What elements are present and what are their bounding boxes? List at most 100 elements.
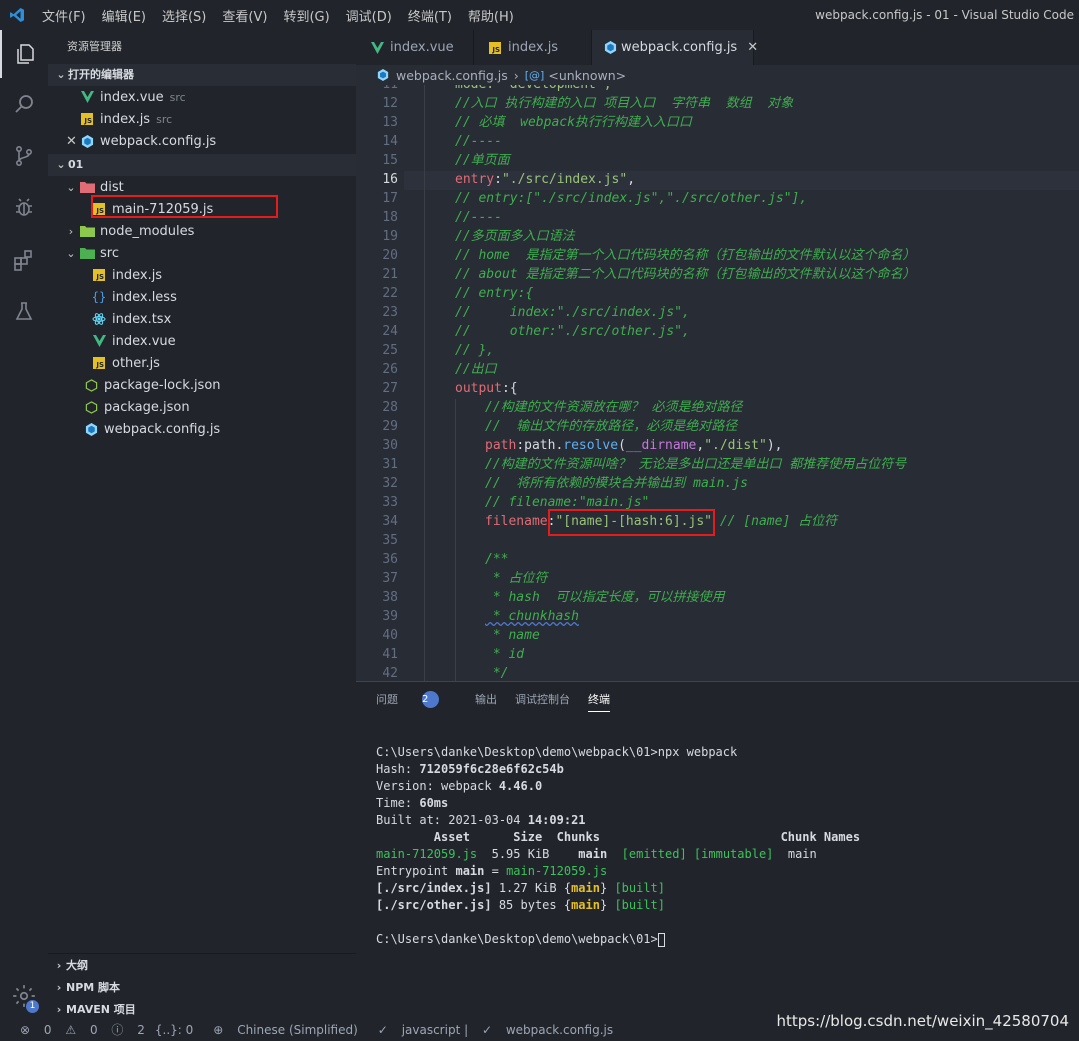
terminal-text: Hash: [376,762,420,776]
test-flask-icon[interactable] [0,288,48,336]
code-line: entry:"./src/index.js", [455,172,636,187]
extensions-icon[interactable] [0,236,48,284]
braces-status[interactable]: {..}: 0 [155,1023,193,1037]
explorer-icon[interactable] [0,30,48,78]
menu-file[interactable]: 文件(F) [34,6,94,25]
menu-selection[interactable]: 选择(S) [154,6,214,25]
code-token-comment: // [name] 占位符 [719,514,838,529]
tree-label: index.vue [112,333,176,349]
terminal-text: = [484,864,507,878]
terminal-line: Entrypoint main = main-712059.js [376,863,860,880]
menu-help[interactable]: 帮助(H) [460,6,522,25]
code-editor[interactable]: 11 12 13 14 15 16 17 18 19 20 21 22 23 24 25 26 27 28 29 30… [356,85,1079,681]
menu-edit[interactable]: 编辑(E) [94,6,154,25]
tab-output[interactable]: 输出 [475,691,497,707]
open-editor-item[interactable]: JS index.js src [48,108,356,130]
line-number: 41 [382,647,398,662]
chevron-down-icon: ⌄ [66,180,76,194]
line-number: 17 [382,191,398,206]
tree-label: dist [100,179,124,195]
menu-debug[interactable]: 调试(D) [338,6,400,25]
tree-label: other.js [112,355,160,371]
tab-webpack-config[interactable]: webpack.config.js ✕ [592,30,758,65]
tree-file-webpack-config[interactable]: webpack.config.js [48,418,356,440]
chevron-right-icon: › [56,1002,62,1016]
panel-tabs: 问题 2 输出 调试控制台 终端 [356,682,1079,716]
line-number: 35 [382,533,398,548]
line-number: 21 [382,267,398,282]
terminal-module: [./src/other.js] [376,898,492,912]
terminal-line: Hash: 712059f6c28e6f62c54b [376,761,860,778]
tree-folder-src[interactable]: ⌄ src [48,242,356,264]
code-line: * 占位符 [485,571,548,586]
close-icon[interactable]: ✕ [66,134,78,149]
file-label: webpack.config.js [505,1022,614,1037]
code-line: // about 是指定第二个入口代码块的名称（打包输出的文件默认以这个命名） [455,267,916,282]
code-token-function: resolve [563,438,619,453]
tab-problems[interactable]: 问题 2 [376,690,457,708]
code-line: // home 是指定第一个入口代码块的名称（打包输出的文件默认以这个命名） [455,248,916,263]
language-pack-status[interactable]: ⊕ Chinese (Simplified) [203,1023,358,1037]
line-number: 20 [382,248,398,263]
menu-view[interactable]: 查看(V) [214,6,275,25]
code-line: //多页面多入口语法 [455,229,575,244]
line-number: 13 [382,115,398,130]
chevron-down-icon: ⌄ [56,68,66,81]
tree-file-other-js[interactable]: JS other.js [48,352,356,374]
terminal-line: C:\Users\danke\Desktop\demo\webpack\01>n… [376,745,738,759]
breadcrumb-file[interactable]: webpack.config.js [396,68,508,83]
terminal-line: [./src/index.js] 1.27 KiB {main} [built] [376,881,666,895]
breadcrumb-separator-icon: › [513,67,519,83]
breadcrumb-symbol[interactable]: <unknown> [548,68,626,83]
bottom-panel: 问题 2 输出 调试控制台 终端 C:\Users\danke\Desktop\d… [356,681,1079,1018]
maven-section[interactable]: › MAVEN 项目 [48,998,356,1020]
tab-close-icon[interactable]: ✕ [747,40,758,55]
menu-goto[interactable]: 转到(G) [275,6,337,25]
line-number: 23 [382,305,398,320]
vscode-logo-icon [0,7,34,23]
tree-file-index-tsx[interactable]: index.tsx [48,308,356,330]
tree-file-package-json[interactable]: package.json [48,396,356,418]
folder-section[interactable]: ⌄ 01 [48,154,356,176]
editor-tabs: index.vue JS index.js webpack.config.js ✕ [356,30,1079,65]
menu-bar: 文件(F) 编辑(E) 选择(S) 查看(V) 转到(G) 调试(D) 终端(T… [34,6,522,25]
terminal-time: 60ms [419,796,449,810]
tab-terminal[interactable]: 终端 [588,691,610,712]
tree-file-package-lock[interactable]: package-lock.json [48,374,356,396]
folder-node-icon [78,225,96,237]
folder-dist-icon [78,181,96,193]
tab-debug-console[interactable]: 调试控制台 [515,691,570,707]
settings-gear-icon[interactable]: 1 [0,972,48,1020]
terminal-built: [built] [614,898,666,912]
debug-icon[interactable] [0,184,48,232]
terminal-emitted: [emitted] [621,847,687,861]
terminal-output[interactable]: C:\Users\danke\Desktop\demo\webpack\01>n… [376,744,860,948]
terminal-line: Asset Size Chunks Chunk Names [376,830,861,844]
open-editor-item-active[interactable]: ✕ webpack.config.js [48,130,356,152]
tab-index-vue[interactable]: index.vue [356,30,474,65]
code-token-key: path [485,438,517,453]
menu-terminal[interactable]: 终端(T) [400,6,460,25]
search-icon[interactable] [0,80,48,128]
npm-scripts-section[interactable]: › NPM 脚本 [48,976,356,998]
tree-folder-node-modules[interactable]: › node_modules [48,220,356,242]
mode-status[interactable]: ✓ javascript | ✓ webpack.config.js [368,1023,613,1037]
tree-file-index-js[interactable]: JS index.js [48,264,356,286]
terminal-immutable: [immutable] [693,847,774,861]
error-icon: ⊗ [20,1022,31,1037]
tab-index-js[interactable]: JS index.js [474,30,592,65]
code-line: //---- [455,210,502,225]
code-token-variable: __dirname [625,438,697,453]
tab-label: 问题 [376,693,398,706]
outline-section[interactable]: › 大纲 [48,954,356,976]
tree-file-index-vue[interactable]: index.vue [48,330,356,352]
line-number: 37 [382,571,398,586]
open-editor-item[interactable]: index.vue src [48,86,356,108]
tree-file-index-less[interactable]: {} index.less [48,286,356,308]
open-editors-section[interactable]: ⌄ 打开的编辑器 [48,64,356,86]
code-token-string: "./src/index.js" [501,172,628,187]
js-file-icon: JS [486,41,504,54]
source-control-icon[interactable] [0,132,48,180]
problems-status[interactable]: ⊗ 0 ⚠ 0 ⓘ 2 [10,1021,145,1038]
